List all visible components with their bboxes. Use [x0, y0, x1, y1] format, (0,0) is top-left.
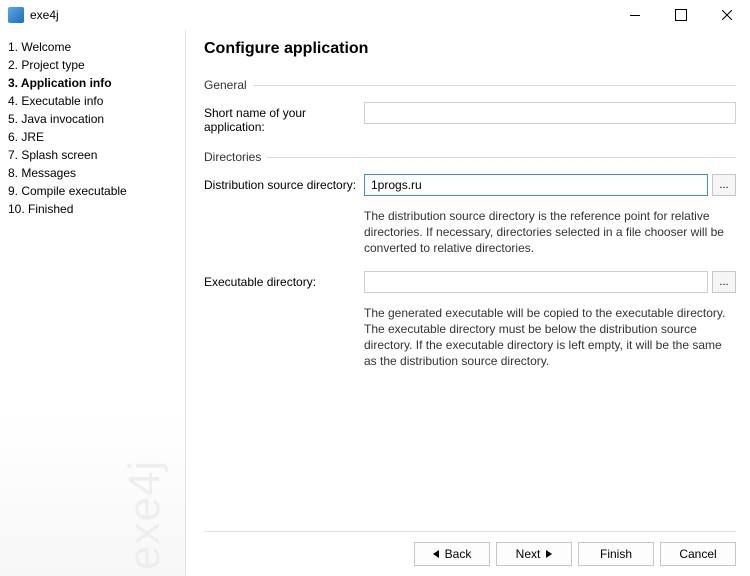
section-directories: Directories [204, 150, 736, 164]
sidebar-step-3[interactable]: 3. Application info [4, 74, 181, 92]
sidebar-step-5[interactable]: 5. Java invocation [4, 110, 181, 128]
dist-dir-label: Distribution source directory: [204, 174, 364, 192]
sidebar-step-4[interactable]: 4. Executable info [4, 92, 181, 110]
exec-dir-label: Executable directory: [204, 271, 364, 289]
short-name-label: Short name of your application: [204, 102, 364, 134]
section-general-label: General [204, 78, 247, 92]
divider [253, 85, 736, 86]
content: Configure application General Short name… [186, 30, 750, 576]
sidebar-step-2[interactable]: 2. Project type [4, 56, 181, 74]
short-name-row: Short name of your application: [204, 102, 736, 134]
arrow-left-icon [433, 550, 439, 558]
window-controls [612, 0, 750, 30]
dist-dir-browse-button[interactable]: ... [712, 174, 736, 196]
back-button[interactable]: Back [414, 542, 490, 566]
close-button[interactable] [704, 0, 750, 30]
app-icon [8, 7, 24, 23]
sidebar-step-1[interactable]: 1. Welcome [4, 38, 181, 56]
dist-dir-description: The distribution source directory is the… [364, 208, 734, 257]
sidebar-step-10[interactable]: 10. Finished [4, 200, 181, 218]
exec-dir-description: The generated executable will be copied … [364, 305, 734, 370]
back-button-label: Back [445, 547, 472, 561]
window-title: exe4j [30, 8, 612, 22]
sidebar-step-8[interactable]: 8. Messages [4, 164, 181, 182]
cancel-button[interactable]: Cancel [660, 542, 736, 566]
page-title: Configure application [204, 40, 736, 58]
finish-button[interactable]: Finish [578, 542, 654, 566]
sidebar-step-6[interactable]: 6. JRE [4, 128, 181, 146]
next-button[interactable]: Next [496, 542, 572, 566]
exec-dir-input[interactable] [364, 271, 708, 293]
sidebar-step-7[interactable]: 7. Splash screen [4, 146, 181, 164]
maximize-button[interactable] [658, 0, 704, 30]
exec-dir-row: Executable directory: ... [204, 271, 736, 293]
sidebar: 1. Welcome2. Project type3. Application … [0, 30, 186, 576]
section-directories-label: Directories [204, 150, 261, 164]
sidebar-step-9[interactable]: 9. Compile executable [4, 182, 181, 200]
footer: Back Next Finish Cancel [204, 531, 736, 566]
section-general: General [204, 78, 736, 92]
dist-dir-input[interactable] [364, 174, 708, 196]
short-name-input[interactable] [364, 102, 736, 124]
minimize-button[interactable] [612, 0, 658, 30]
window-titlebar: exe4j [0, 0, 750, 30]
divider [267, 157, 736, 158]
exec-dir-browse-button[interactable]: ... [712, 271, 736, 293]
finish-button-label: Finish [600, 547, 632, 561]
cancel-button-label: Cancel [679, 547, 716, 561]
dist-dir-row: Distribution source directory: ... [204, 174, 736, 196]
arrow-right-icon [546, 550, 552, 558]
next-button-label: Next [516, 547, 541, 561]
